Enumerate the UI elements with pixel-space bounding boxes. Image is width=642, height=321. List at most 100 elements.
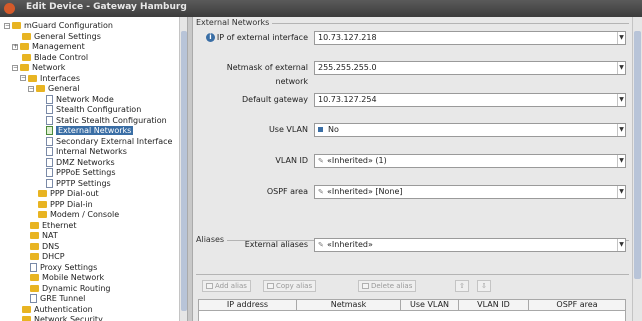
chevron-down-icon[interactable]: ▼ xyxy=(617,94,625,106)
main-scrollbar-thumb[interactable] xyxy=(634,31,641,279)
tree-scrollbar[interactable] xyxy=(179,17,187,321)
column-header[interactable]: VLAN ID xyxy=(459,300,529,310)
tree-item-label: Internal Networks xyxy=(56,147,127,156)
tree-item-label: DHCP xyxy=(42,252,65,261)
inherited-icon: ✎ xyxy=(318,241,324,249)
column-header[interactable]: OSPF area xyxy=(529,300,625,310)
tree-item[interactable]: Mobile Network xyxy=(20,272,104,283)
chevron-down-icon[interactable]: ▼ xyxy=(617,32,625,44)
folder-icon xyxy=(28,74,37,82)
field-input[interactable]: 255.255.255.0 ▼ xyxy=(314,61,626,75)
field-input[interactable]: No ▼ xyxy=(314,123,626,137)
tree-item[interactable]: NAT xyxy=(20,230,58,241)
tree-item-label: NAT xyxy=(42,231,58,240)
tree-item[interactable]: − General xyxy=(28,83,80,94)
tree-item-label: PPP Dial-out xyxy=(50,189,99,198)
tree-item[interactable]: − Network xyxy=(12,62,65,73)
value-indicator-icon xyxy=(318,127,323,132)
page-icon xyxy=(30,294,37,303)
tree-item-label: PPP Dial-in xyxy=(50,199,93,209)
tree-item[interactable]: Network Mode xyxy=(36,94,114,105)
page-icon xyxy=(46,168,53,177)
folder-icon xyxy=(20,64,29,71)
folder-icon xyxy=(38,200,47,208)
tree-item[interactable]: + Management xyxy=(12,41,85,52)
column-header[interactable]: Netmask xyxy=(297,300,401,310)
tree-item[interactable]: Proxy Settings xyxy=(20,262,97,273)
tree-item-label: mGuard Configuration xyxy=(24,21,113,30)
tree-item[interactable]: − mGuard Configuration xyxy=(4,20,113,31)
tree-item[interactable]: Ethernet xyxy=(20,220,76,231)
page-icon xyxy=(46,126,53,135)
tree-item-label: General xyxy=(48,84,80,93)
chevron-down-icon[interactable]: ▼ xyxy=(617,239,625,251)
field-input[interactable]: 10.73.127.254 ▼ xyxy=(314,93,626,107)
main-scrollbar[interactable] xyxy=(632,17,642,321)
add-alias-button[interactable]: Add alias xyxy=(202,280,251,292)
tree-item-label: Static Stealth Configuration xyxy=(56,115,167,125)
tree-item-label: Dynamic Routing xyxy=(42,283,111,293)
tree-item[interactable]: External Networks xyxy=(36,125,134,136)
tree-item[interactable]: Secondary External Interface xyxy=(36,136,172,147)
page-icon xyxy=(30,262,37,272)
tree-item[interactable]: General Settings xyxy=(12,31,101,42)
tree-item[interactable]: DNS xyxy=(20,241,59,252)
folder-icon xyxy=(22,305,31,313)
folder-icon xyxy=(30,221,39,229)
tree-item[interactable]: PPP Dial-in xyxy=(28,199,93,210)
tree-item-label: Authentication xyxy=(34,304,93,314)
field-label: Netmask of external network xyxy=(226,63,308,86)
navigation-tree[interactable]: − mGuard Configuration General Settings + Ma… xyxy=(0,17,179,321)
delete-alias-button[interactable]: Delete alias xyxy=(358,280,417,292)
tree-item[interactable]: PPPoE Settings xyxy=(36,167,116,178)
tree-item[interactable]: Dynamic Routing xyxy=(20,283,111,294)
page-icon xyxy=(46,157,53,167)
chevron-down-icon[interactable]: ▼ xyxy=(617,155,625,167)
info-icon[interactable]: i xyxy=(206,33,215,42)
tree-item[interactable]: Modem / Console xyxy=(28,209,119,220)
chevron-down-icon[interactable]: ▼ xyxy=(617,186,625,198)
copy-alias-button[interactable]: Copy alias xyxy=(263,280,317,292)
tree-item[interactable]: GRE Tunnel xyxy=(20,293,85,304)
tree-item[interactable]: PPP Dial-out xyxy=(28,188,99,199)
tree-item[interactable]: − Interfaces xyxy=(20,73,80,84)
move-down-button[interactable]: ⇩ xyxy=(477,280,491,292)
chevron-down-icon[interactable]: ▼ xyxy=(617,124,625,136)
arrow-up-icon: ⇧ xyxy=(459,282,465,290)
tree-item[interactable]: Authentication xyxy=(12,304,93,315)
tree-item[interactable]: Blade Control xyxy=(12,52,88,63)
move-up-button[interactable]: ⇧ xyxy=(455,280,469,292)
tree-item[interactable]: Internal Networks xyxy=(36,146,127,157)
collapse-icon[interactable]: − xyxy=(28,85,34,92)
external-aliases-select[interactable]: ✎ «Inherited» ▼ xyxy=(314,238,626,252)
collapse-icon[interactable]: − xyxy=(4,22,10,29)
chevron-down-icon[interactable]: ▼ xyxy=(617,62,625,74)
tree-item-label: External Networks xyxy=(56,126,134,135)
tree-item[interactable]: DMZ Networks xyxy=(36,157,115,168)
page-icon xyxy=(46,136,53,146)
expand-icon[interactable]: + xyxy=(12,43,18,50)
field-value: «Inherited» [None] xyxy=(327,187,403,196)
tree-item[interactable]: DHCP xyxy=(20,251,65,262)
column-header[interactable]: Use VLAN xyxy=(401,300,459,310)
page-icon xyxy=(46,115,53,125)
field-label: OSPF area xyxy=(266,187,308,196)
collapse-icon[interactable]: − xyxy=(20,75,26,81)
tree-item-label: Modem / Console xyxy=(50,210,120,219)
aliases-table-header: IP address Netmask Use VLAN VLAN ID OSPF… xyxy=(198,299,626,311)
tree-item-label: Secondary External Interface xyxy=(56,136,173,146)
column-header[interactable]: IP address xyxy=(199,300,297,310)
tree-item[interactable]: Stealth Configuration xyxy=(36,104,141,115)
tree-item[interactable]: Static Stealth Configuration xyxy=(36,115,167,126)
tree-item[interactable]: Network Security xyxy=(12,314,103,321)
field-input[interactable]: 10.73.127.218 ▼ xyxy=(314,31,626,45)
tree-item-label: DMZ Networks xyxy=(56,157,115,167)
field-input[interactable]: ✎ «Inherited» [None] ▼ xyxy=(314,185,626,199)
tree-item-label: Blade Control xyxy=(34,52,89,62)
field-input[interactable]: ✎ «Inherited» (1) ▼ xyxy=(314,154,626,168)
page-icon xyxy=(46,147,53,156)
collapse-icon[interactable]: − xyxy=(12,64,18,71)
delete-icon xyxy=(362,283,369,289)
aliases-table-body[interactable] xyxy=(198,311,626,321)
tree-item[interactable]: PPTP Settings xyxy=(36,178,111,189)
